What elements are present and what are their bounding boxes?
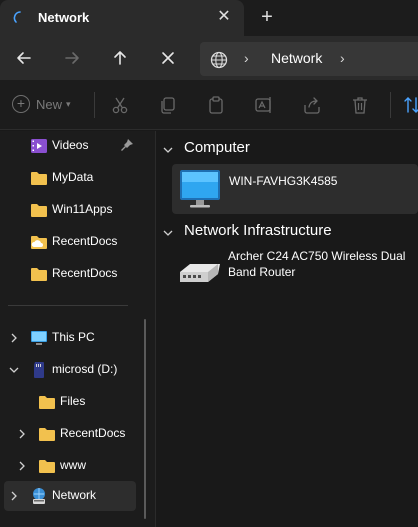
chevron-down-icon[interactable] <box>162 227 174 239</box>
pin-icon[interactable] <box>120 138 134 152</box>
paste-icon[interactable] <box>206 95 226 115</box>
rename-icon[interactable] <box>254 95 274 115</box>
folder-icon <box>39 396 55 409</box>
item-name: WIN-FAVHG3K4585 <box>229 174 338 188</box>
folder-icon <box>39 460 55 473</box>
sidebar-item-label: Videos <box>52 138 89 152</box>
address-bar[interactable]: › Network › <box>200 42 418 76</box>
tab-network[interactable]: Network ✕ <box>0 0 244 36</box>
command-bar: + New ▾ <box>0 80 418 130</box>
back-button[interactable] <box>12 46 36 70</box>
sidebar-item-label: Win11Apps <box>52 202 113 216</box>
group-title: Computer <box>184 139 250 156</box>
tab-close-button[interactable]: ✕ <box>214 7 234 27</box>
plus-icon: + <box>12 95 30 113</box>
sidebar-item-label: RecentDocs <box>60 426 126 440</box>
video-folder-icon <box>31 139 47 153</box>
arrow-left-icon <box>17 52 31 64</box>
group-title: Network Infrastructure <box>184 222 332 239</box>
folder-icon <box>31 268 47 281</box>
divider <box>94 92 95 118</box>
divider <box>390 92 391 118</box>
breadcrumb-chevron-icon[interactable]: › <box>340 50 345 66</box>
sidebar-item-microsd[interactable]: microsd (D:) <box>0 355 152 385</box>
cloud-folder-icon <box>31 236 47 249</box>
network-icon <box>33 488 45 504</box>
chevron-down-icon[interactable] <box>162 144 174 156</box>
sidebar-item-label: This PC <box>52 330 95 344</box>
navigation-bar: › Network › <box>0 36 418 80</box>
arrow-right-icon <box>65 52 79 64</box>
sidebar-item-label: MyData <box>52 170 94 184</box>
sidebar-item-mydata[interactable]: MyData <box>0 163 152 193</box>
tab-title: Network <box>38 10 90 25</box>
pc-icon <box>31 331 47 345</box>
chevron-right-icon[interactable] <box>16 428 28 440</box>
chevron-right-icon[interactable] <box>8 490 20 502</box>
list-item-router[interactable]: Archer C24 AC750 Wireless Dual Band Rout… <box>172 246 418 294</box>
breadcrumb-network[interactable]: Network <box>271 50 322 66</box>
new-button[interactable]: + New ▾ <box>12 95 71 117</box>
folder-icon <box>39 428 55 441</box>
chevron-right-icon[interactable] <box>8 332 20 344</box>
delete-icon[interactable] <box>350 95 370 115</box>
tab-bar: Network ✕ + <box>0 0 418 36</box>
globe-icon <box>210 51 228 69</box>
arrow-up-icon <box>114 51 126 65</box>
sidebar-divider <box>8 305 128 306</box>
sort-icon[interactable] <box>402 95 418 115</box>
chevron-right-icon[interactable] <box>16 460 28 472</box>
chevron-down-icon: ▾ <box>66 98 71 109</box>
sidebar-item-videos[interactable]: Videos <box>0 131 152 161</box>
close-icon <box>162 52 174 64</box>
up-button[interactable] <box>108 46 132 70</box>
chevron-down-icon[interactable] <box>8 364 20 376</box>
copy-icon[interactable] <box>158 95 178 115</box>
sd-card-icon <box>34 362 44 378</box>
sidebar-item-win11apps[interactable]: Win11Apps <box>0 195 152 225</box>
breadcrumb-chevron-icon[interactable]: › <box>244 50 249 66</box>
forward-button[interactable] <box>60 46 84 70</box>
monitor-icon <box>180 170 220 208</box>
item-name: Archer C24 AC750 Wireless Dual Band Rout… <box>228 249 406 279</box>
sidebar-item-recentdocs-d[interactable]: RecentDocs <box>0 419 152 449</box>
sidebar-item-label: Network <box>52 488 97 502</box>
list-item-computer[interactable]: WIN-FAVHG3K4585 <box>172 164 418 214</box>
loading-spinner-icon <box>13 11 21 23</box>
router-icon <box>180 264 220 282</box>
sidebar-item-this-pc[interactable]: This PC <box>0 323 152 353</box>
folder-icon <box>31 172 47 185</box>
sidebar-item-files[interactable]: Files <box>0 387 152 417</box>
sidebar-item-recentdocs-cloud[interactable]: RecentDocs <box>0 227 152 257</box>
cut-icon[interactable] <box>110 95 130 115</box>
sidebar-item-label: RecentDocs <box>52 266 118 280</box>
sidebar-item-label: microsd (D:) <box>52 362 118 376</box>
sidebar-scrollbar[interactable] <box>144 319 146 519</box>
navigation-pane: Videos MyData Win11Apps RecentDocs Recen… <box>0 131 156 527</box>
sidebar-item-label: Files <box>60 394 86 408</box>
stop-button[interactable] <box>156 46 180 70</box>
file-list: Computer WIN-FAVHG3K4585 Network Infrast… <box>156 131 418 527</box>
share-icon[interactable] <box>302 95 322 115</box>
sidebar-item-recentdocs[interactable]: RecentDocs <box>0 259 152 289</box>
sidebar-item-label: www <box>60 458 86 472</box>
new-label: New <box>36 96 63 112</box>
sidebar-item-network[interactable]: Network <box>4 481 136 511</box>
sidebar-item-www[interactable]: www <box>0 451 152 481</box>
folder-icon <box>31 204 47 217</box>
new-tab-button[interactable]: + <box>256 7 278 29</box>
sidebar-item-label: RecentDocs <box>52 234 118 248</box>
